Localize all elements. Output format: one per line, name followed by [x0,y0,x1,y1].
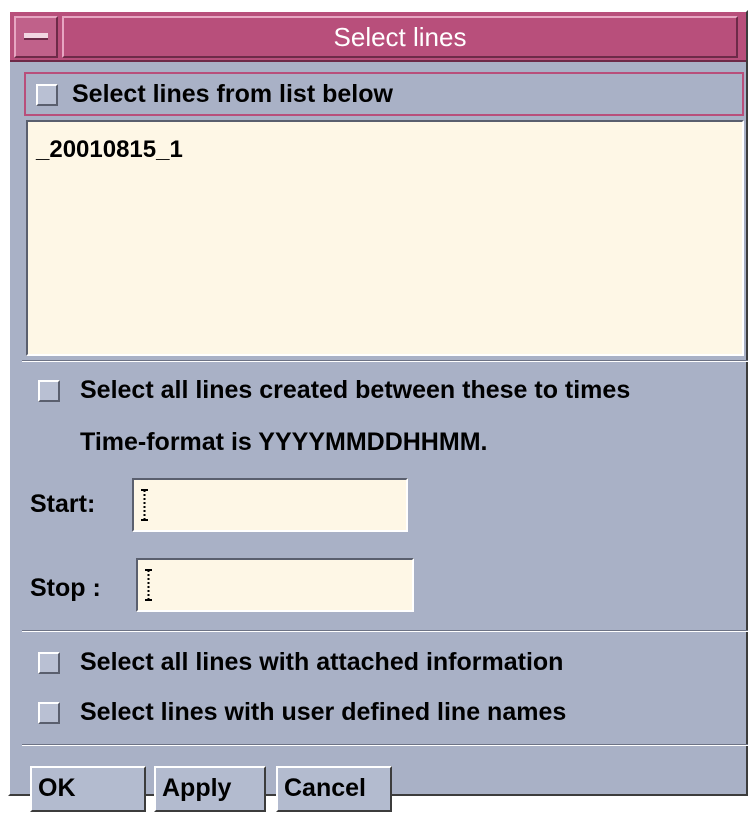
text-cursor-icon [145,569,152,601]
separator [22,360,748,362]
attached-info-label: Select all lines with attached informati… [80,648,564,676]
start-label: Start: [30,490,96,518]
select-by-time-label: Select all lines created between these t… [80,376,631,404]
separator [22,744,748,746]
select-lines-dialog: Select lines Select lines from list belo… [8,10,748,812]
user-defined-names-label: Select lines with user defined line name… [80,698,567,726]
list-option-row: Select lines from list below [24,72,744,116]
window-menu-button[interactable] [14,16,58,58]
start-time-input[interactable] [132,478,408,532]
stop-label: Stop : [30,574,101,602]
lines-listbox[interactable]: _20010815_1 [26,120,744,356]
list-item[interactable]: _20010815_1 [36,136,183,164]
cancel-button[interactable]: Cancel [276,766,392,812]
attached-info-checkbox[interactable] [38,652,60,674]
select-from-list-label: Select lines from list below [72,80,393,108]
ok-button[interactable]: OK [30,766,146,812]
text-cursor-icon [141,489,148,521]
stop-time-input[interactable] [136,558,414,612]
separator [22,630,748,632]
select-by-time-checkbox[interactable] [38,380,60,402]
window-menu-icon [24,33,48,40]
time-format-note: Time-format is YYYYMMDDHHMM. [80,428,488,456]
window-title: Select lines [62,16,738,58]
select-from-list-checkbox[interactable] [36,84,58,106]
user-defined-names-checkbox[interactable] [38,702,60,724]
apply-button[interactable]: Apply [154,766,266,812]
title-bar[interactable]: Select lines [10,12,746,62]
